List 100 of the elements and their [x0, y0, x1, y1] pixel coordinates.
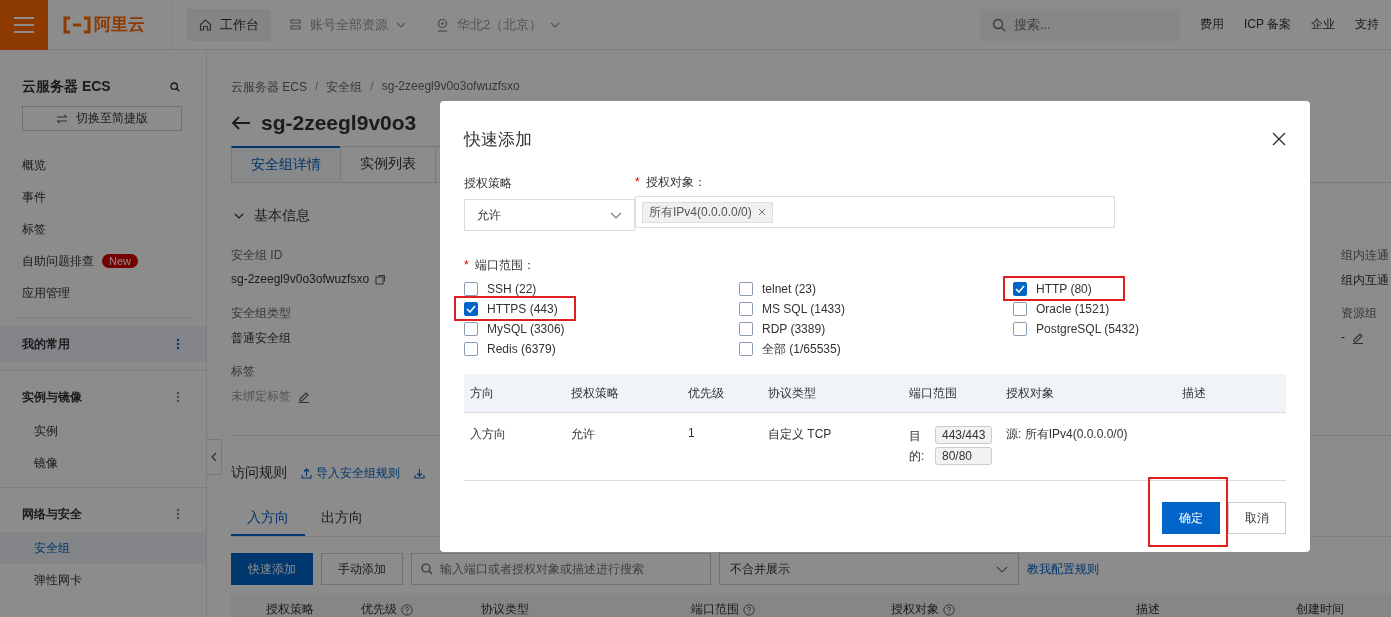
checkbox[interactable]	[739, 302, 753, 316]
caret-icon	[550, 21, 561, 28]
field-label: 授权策略	[464, 175, 513, 192]
sidebar-item[interactable]: 镜像	[0, 447, 206, 479]
checkbox[interactable]	[739, 282, 753, 296]
section-title: 基本信息	[254, 207, 310, 225]
field-value: sg-2zeegl9v0o3ofwuzfsxo	[231, 272, 370, 286]
import-link[interactable]: 导入安全组规则	[301, 464, 400, 482]
column-header: 优先级	[687, 384, 725, 402]
help-icon[interactable]	[401, 603, 413, 616]
breadcrumb-item[interactable]: sg-2zeegl9v0o3ofwuzfsxo	[381, 79, 520, 93]
switch-button[interactable]: 切换至简捷版	[22, 106, 182, 131]
dialog-title: 快速添加	[464, 128, 532, 151]
cancel-button[interactable]: 取消	[1228, 502, 1286, 534]
checkbox[interactable]	[464, 302, 478, 316]
checkbox-label: RDP (3389)	[762, 322, 826, 336]
merge-select[interactable]: 不合并展示	[719, 553, 1019, 585]
checkbox-label: telnet (23)	[762, 282, 817, 296]
top-link[interactable]: 费用	[1199, 16, 1224, 33]
chevron-left-icon	[211, 452, 217, 462]
target-tag: 所有IPv4(0.0.0.0/0)	[642, 201, 773, 223]
top-link[interactable]: ICP 备案	[1243, 16, 1291, 33]
help-link[interactable]: 教我配置规则	[1027, 560, 1099, 578]
checkbox-label: Redis (6379)	[487, 342, 556, 356]
column-header: 协议类型	[767, 384, 817, 402]
checkbox-label: Oracle (1521)	[1036, 302, 1110, 316]
column-header: 创建时间	[1296, 601, 1344, 617]
checkbox[interactable]	[739, 342, 753, 356]
checkbox[interactable]	[739, 322, 753, 336]
checkbox[interactable]	[464, 282, 478, 296]
column-header: 描述	[1181, 384, 1207, 402]
copy-icon[interactable]	[375, 273, 387, 285]
menu-button[interactable]	[0, 0, 48, 50]
checkbox[interactable]	[1013, 282, 1027, 296]
table-cell-text: 入方向	[469, 426, 507, 443]
manual-add-button[interactable]: 手动添加	[321, 553, 403, 585]
search-icon[interactable]	[170, 82, 180, 92]
breadcrumb-separator: /	[315, 79, 319, 93]
close-icon[interactable]	[1272, 132, 1286, 146]
search-field[interactable]: 输入端口或者授权对象或描述进行搜索	[411, 553, 711, 585]
tab[interactable]: 出方向	[305, 502, 379, 536]
checkbox[interactable]	[1013, 322, 1027, 336]
sidebar-group[interactable]: 我的常用	[0, 326, 206, 362]
caret-icon	[610, 211, 622, 219]
target-field[interactable]: 所有IPv4(0.0.0.0/0)	[635, 196, 1115, 228]
more-icon	[176, 508, 180, 520]
tab[interactable]: 入方向	[231, 502, 305, 536]
location-icon	[436, 17, 449, 32]
column-header: 授权策略	[266, 601, 314, 617]
sidebar-group[interactable]: 网络与安全	[0, 496, 206, 532]
checkbox-label: HTTPS (443)	[487, 302, 558, 316]
column-header: 授权策略	[570, 384, 620, 402]
breadcrumb-item[interactable]: 安全组	[326, 79, 363, 93]
collapse-button[interactable]	[207, 439, 222, 475]
checkbox[interactable]	[464, 342, 478, 356]
caret-icon	[396, 21, 406, 28]
download-icon[interactable]	[414, 467, 425, 479]
sidebar-item[interactable]: 弹性网卡	[0, 564, 206, 596]
policy-select[interactable]: 允许	[464, 199, 635, 231]
help-icon[interactable]	[743, 603, 755, 616]
tab[interactable]: 安全组详情	[231, 146, 341, 181]
sidebar-item[interactable]: 应用管理	[22, 284, 70, 302]
quick-add-button[interactable]: 快速添加	[231, 553, 313, 585]
back-arrow-icon[interactable]	[231, 115, 251, 131]
field-label: 标签	[231, 363, 255, 380]
swap-icon	[56, 113, 68, 124]
search-field[interactable]: 搜索...	[979, 8, 1180, 41]
sidebar-item[interactable]: 实例	[0, 415, 206, 447]
column-header: 协议类型	[481, 601, 529, 617]
sidebar-item[interactable]: 安全组	[0, 532, 206, 564]
sidebar-item[interactable]: 自助问题排查	[22, 252, 94, 270]
field-label: 端口范围：	[474, 256, 535, 274]
confirm-button[interactable]: 确定	[1162, 502, 1220, 534]
sidebar-item[interactable]: 概览	[22, 156, 46, 174]
top-link[interactable]: 支持	[1355, 16, 1379, 33]
port-label: 目的:	[909, 428, 925, 465]
sidebar-title: 云服务器 ECS	[22, 78, 111, 96]
sidebar-group[interactable]: 实例与镜像	[0, 379, 206, 415]
sidebar-item[interactable]: 标签	[22, 220, 46, 238]
port-tag: 80/80	[935, 447, 993, 465]
field-label: 安全组类型	[231, 305, 291, 322]
top-link[interactable]: 企业	[1311, 16, 1335, 33]
remove-icon[interactable]	[757, 208, 766, 216]
field-label: 安全组 ID	[231, 247, 283, 264]
breadcrumb-item[interactable]: 云服务器 ECS	[231, 79, 307, 93]
checkbox[interactable]	[1013, 302, 1027, 316]
column-header: 描述	[1136, 601, 1160, 617]
edit-icon[interactable]	[297, 390, 310, 403]
field-value: 普通安全组	[231, 330, 291, 347]
logo-text: 阿里云	[94, 14, 145, 36]
column-header: 优先级	[361, 601, 397, 617]
nav-item[interactable]: 工作台	[187, 8, 271, 41]
help-icon[interactable]	[943, 603, 955, 616]
home-icon	[199, 18, 212, 31]
chevron-down-icon[interactable]	[234, 213, 244, 219]
column-header: 授权对象	[1005, 384, 1055, 402]
sidebar-item[interactable]: 事件	[22, 188, 46, 206]
checkbox-label: PostgreSQL (5432)	[1036, 322, 1139, 336]
checkbox[interactable]	[464, 322, 478, 336]
field-value: 组内互通	[1341, 272, 1389, 289]
